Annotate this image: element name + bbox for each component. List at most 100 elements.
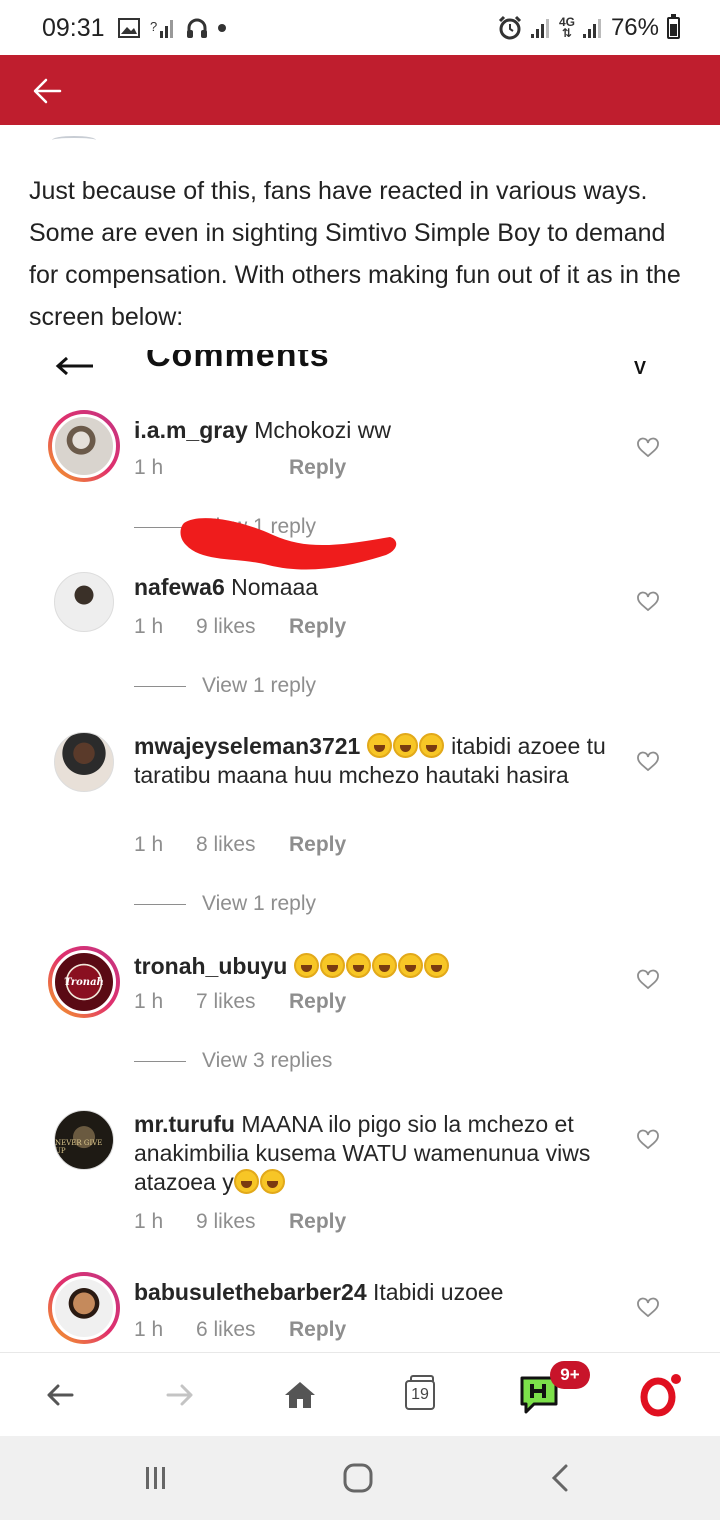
comment-meta: 1 h 6 likes Reply <box>134 1318 346 1342</box>
comment-time: 1 h <box>134 833 164 856</box>
forward-icon <box>166 1384 193 1406</box>
wifi-question-icon: ? <box>150 19 173 38</box>
divider-line <box>134 903 186 905</box>
reply-button[interactable]: Reply <box>289 990 346 1014</box>
comment-text: mr.turufu MAANA ilo pigo sio la mchezo e… <box>134 1110 624 1197</box>
browser-toolbar: 19 9+ <box>0 1352 720 1436</box>
comment-body: Mchokozi ww <box>254 417 391 443</box>
comment-time: 1 h <box>134 1318 164 1341</box>
divider-line <box>134 1060 186 1062</box>
laughing-emoji-icon <box>345 953 371 978</box>
reply-button[interactable]: Reply <box>289 456 346 480</box>
laughing-emoji-icon <box>366 733 392 758</box>
status-time: 09:31 <box>42 14 105 42</box>
browser-tabs-button[interactable]: 19 <box>398 1373 442 1417</box>
laughing-emoji-icon <box>319 953 345 978</box>
home-nav-button[interactable] <box>338 1460 378 1496</box>
send-icon: V <box>634 358 647 378</box>
back-button[interactable] <box>30 73 66 109</box>
article-paragraph: Just because of this, fans have reacted … <box>29 177 681 331</box>
headphones-icon <box>187 18 207 38</box>
svg-text:?: ? <box>150 19 157 34</box>
comment-meta: 1 h Reply <box>134 456 346 480</box>
notification-badge: 9+ <box>550 1361 590 1389</box>
laughing-emoji-icon <box>371 953 397 978</box>
like-heart-icon[interactable] <box>636 968 660 992</box>
comments-back-icon <box>55 356 93 376</box>
like-heart-icon[interactable] <box>636 590 660 614</box>
comment-meta: 1 h 8 likes Reply <box>134 833 346 857</box>
avatar[interactable] <box>48 410 120 482</box>
battery-percent: 76% <box>610 14 659 41</box>
laughing-emoji-icon <box>233 1169 259 1194</box>
comment-likes: 6 likes <box>196 1318 256 1341</box>
status-bar: 09:31 ? 4G ⇅ 76% <box>0 0 720 55</box>
view-replies-button[interactable]: View 1 reply <box>134 674 316 698</box>
author-avatar-edge <box>52 136 96 144</box>
avatar[interactable] <box>54 572 114 632</box>
view-replies-button[interactable]: View 1 reply <box>134 892 316 916</box>
comment-username[interactable]: babusulethebarber24 <box>134 1279 367 1305</box>
comments-screenshot-image: Comments V i.a.m_gray Mchokozi ww 1 h Re… <box>0 350 720 1352</box>
divider-line <box>134 685 186 687</box>
comment-meta: 1 h 9 likes Reply <box>134 615 346 639</box>
comment-username[interactable]: nafewa6 <box>134 574 225 600</box>
comment-time: 1 h <box>134 615 164 638</box>
view-replies-label: View 1 reply <box>202 892 317 915</box>
comment-username[interactable]: tronah_ubuyu <box>134 953 287 979</box>
comment-body: Nomaaa <box>231 574 319 600</box>
signal-icon-2 <box>582 19 601 38</box>
reply-button[interactable]: Reply <box>289 833 346 857</box>
comments-title: Comments <box>146 350 330 374</box>
comment-likes: 7 likes <box>196 990 256 1013</box>
back-icon <box>47 1384 74 1406</box>
comment-username[interactable]: mr.turufu <box>134 1111 235 1137</box>
laughing-emoji-icon <box>259 1169 285 1194</box>
avatar-logo-text: NEVER GIVE UP <box>55 1139 103 1155</box>
battery-icon <box>667 14 680 39</box>
laughing-emoji-icon <box>392 733 418 758</box>
comment-likes: 8 likes <box>196 833 256 856</box>
comment-time: 1 h <box>134 990 164 1013</box>
laughing-emoji-icon <box>397 953 423 978</box>
comment-meta: 1 h 7 likes Reply <box>134 990 346 1014</box>
network-type-label: 4G <box>558 15 575 29</box>
comment-text: i.a.m_gray Mchokozi ww <box>134 416 624 445</box>
browser-home-button[interactable] <box>278 1373 322 1417</box>
alarm-icon <box>498 15 521 40</box>
recents-button[interactable] <box>136 1460 176 1496</box>
recents-icon <box>146 1467 165 1489</box>
reply-button[interactable]: Reply <box>289 1210 346 1234</box>
back-nav-button[interactable] <box>540 1460 580 1496</box>
comment-likes: 9 likes <box>196 1210 256 1233</box>
back-chevron-icon <box>551 1464 568 1492</box>
comment-username[interactable]: i.a.m_gray <box>134 417 248 443</box>
tab-count-label: 19 <box>411 1386 429 1403</box>
status-right-icons: 4G ⇅ 76% <box>497 14 680 42</box>
avatar[interactable]: Tronah <box>48 946 120 1018</box>
reply-button[interactable]: Reply <box>289 1318 346 1342</box>
comment-text: tronah_ubuyu <box>134 952 624 981</box>
network-type-icon: 4G ⇅ <box>558 15 575 40</box>
like-heart-icon[interactable] <box>636 1128 660 1152</box>
avatar[interactable] <box>54 732 114 792</box>
reply-button[interactable]: Reply <box>289 615 346 639</box>
arrow-left-icon <box>33 78 62 104</box>
comment-username[interactable]: mwajeyseleman3721 <box>134 733 360 759</box>
laughing-emoji-icon <box>418 733 444 758</box>
laughing-emoji-icon <box>423 953 449 978</box>
like-heart-icon[interactable] <box>636 1296 660 1320</box>
avatar[interactable]: NEVER GIVE UP <box>54 1110 114 1170</box>
view-replies-button[interactable]: View 3 replies <box>134 1049 332 1073</box>
comment-text: babusulethebarber24 Itabidi uzoee <box>134 1278 624 1307</box>
android-nav-bar <box>0 1436 720 1520</box>
comment-time: 1 h <box>134 456 164 479</box>
like-heart-icon[interactable] <box>636 436 660 460</box>
home-icon <box>285 1382 315 1408</box>
avatar[interactable] <box>48 1272 120 1344</box>
comment-body: Itabidi uzoee <box>373 1279 504 1305</box>
browser-forward-button[interactable] <box>158 1373 202 1417</box>
browser-back-button[interactable] <box>38 1373 82 1417</box>
opera-menu-button[interactable] <box>638 1373 682 1417</box>
like-heart-icon[interactable] <box>636 750 660 774</box>
